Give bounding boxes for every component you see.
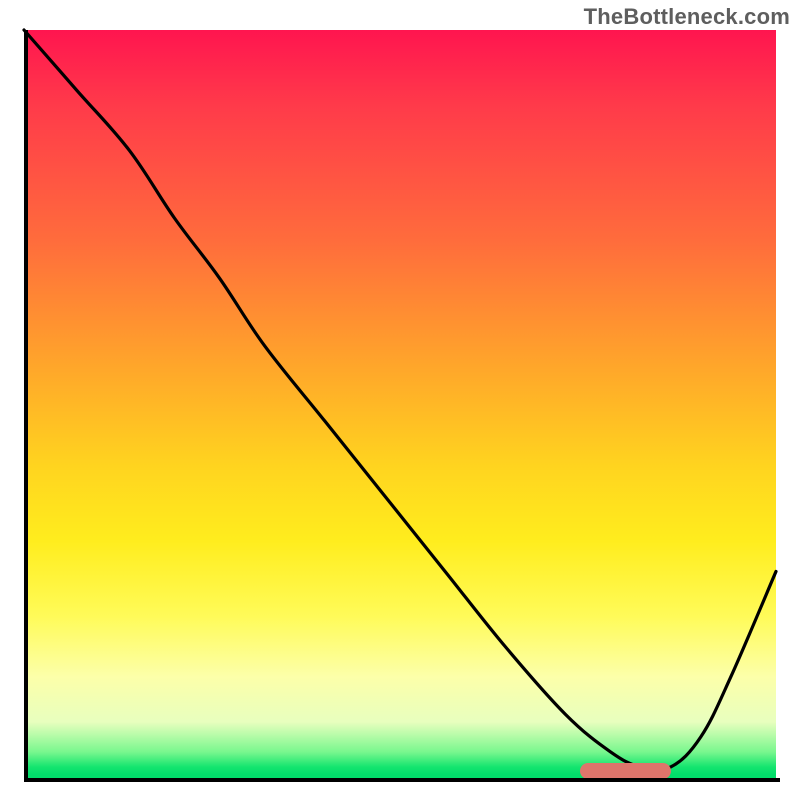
- chart-container: TheBottleneck.com: [0, 0, 800, 800]
- x-axis: [24, 778, 780, 782]
- curve-path: [24, 30, 776, 770]
- attribution-label: TheBottleneck.com: [584, 4, 790, 30]
- bottleneck-curve: [24, 30, 776, 782]
- y-axis: [24, 30, 28, 782]
- optimal-range-marker: [580, 763, 670, 779]
